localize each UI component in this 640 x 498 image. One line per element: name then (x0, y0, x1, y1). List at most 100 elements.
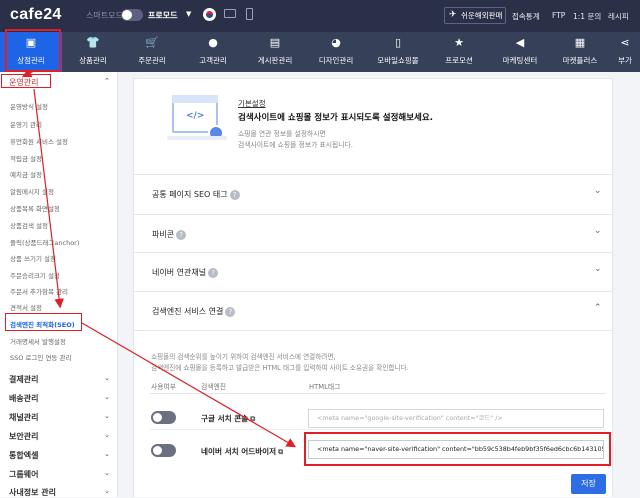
megaphone-icon: ◀ (515, 36, 525, 49)
col-header-engine: 검색엔진 (201, 383, 227, 391)
sidebar-subitem[interactable]: 견적서 설정 (10, 302, 42, 312)
chevron-down-icon[interactable]: ⌄ (594, 226, 602, 236)
sidebar-subitem[interactable]: SSO 로그인 연동 관리 (10, 352, 71, 362)
main-nav: ▣ 상점관리 👕 상품관리 🛒 주문관리 ● 고객관리 ▤ 게시판관리 ◕ 디자… (0, 32, 640, 72)
seo-connect-desc: 검색엔진에 쇼핑몰을 등록하고 발급받은 HTML 태그를 입력하여 사이트 소… (151, 364, 409, 372)
chevron-up-icon[interactable]: ⌃ (104, 77, 110, 85)
nav-customer-management[interactable]: ● 고객관리 (182, 32, 244, 72)
share-icon: ⋖ (620, 36, 630, 49)
nav-label: 디자인관리 (318, 56, 354, 65)
pro-mode-label: 프로모드 (148, 11, 178, 20)
sidebar-subitem[interactable]: 상품목록 화면설정 (10, 203, 60, 213)
sidebar-item-payment[interactable]: 결제관리 (9, 374, 38, 385)
sidebar-subitem[interactable]: 상품 쓰기기 설정 (10, 253, 56, 263)
sidebar-subitem[interactable]: 거래명세서 발행설정 (10, 336, 66, 346)
nav-market-plus[interactable]: ▦ 마켓플러스 (549, 32, 611, 72)
nav-label: 부가 (618, 56, 632, 65)
accordion-label: 파비콘 (152, 230, 175, 239)
sidebar-subitem[interactable]: 주문승리크기 설정 (10, 270, 60, 280)
accordion-label: 검색엔진 서비스 연결 (152, 307, 224, 316)
external-link-icon[interactable]: ⧉ (250, 415, 255, 423)
sidebar-item-shipping[interactable]: 배송관리 (9, 393, 38, 404)
google-engine-label[interactable]: 구글 서치 콘솔 ⧉ (201, 413, 255, 424)
basic-settings-title: 검색사이트에 쇼핑몰 정보가 표시되도록 설정해보세요. (238, 113, 433, 123)
chevron-down-icon[interactable]: ⌄ (104, 450, 110, 458)
sidebar-subitem[interactable]: 플릭(상품드래그anchor) (10, 237, 79, 247)
palette-icon: ◕ (331, 36, 341, 49)
nav-label: 마케팅센터 (502, 56, 538, 65)
nav-marketing-center[interactable]: ◀ 마케팅센터 (489, 32, 551, 72)
naver-engine-label[interactable]: 네이버 서치 어드바이저 ⧉ (201, 446, 283, 457)
sidebar-subitem[interactable]: 상품검색 설정 (10, 220, 48, 230)
chevron-up-icon[interactable]: ⌃ (594, 303, 602, 313)
nav-label: 마켓플러스 (562, 56, 598, 65)
inquiry-link[interactable]: 1:1 문의 (573, 11, 601, 22)
access-stats-link[interactable]: 접속통계 (512, 11, 540, 22)
sidebar-item-internal-info[interactable]: 사내정보 관리 (9, 487, 56, 498)
highlight-box-naver-input (304, 432, 611, 466)
sidebar-item-security[interactable]: 보안관리 (9, 431, 38, 442)
ftp-link[interactable]: FTP (552, 11, 565, 20)
chevron-down-icon[interactable]: ⌄ (104, 374, 110, 382)
chevron-down-icon[interactable]: ▼ (186, 10, 191, 18)
chevron-down-icon[interactable]: ⌄ (594, 264, 602, 274)
sidebar-subitem[interactable]: 운영기 관리 (10, 119, 42, 129)
monitor-icon[interactable] (224, 9, 236, 18)
nav-order-management[interactable]: 🛒 주문관리 (121, 32, 183, 72)
sidebar-subitem[interactable]: 운영방식 설정 (10, 101, 48, 111)
naver-toggle[interactable] (151, 444, 176, 457)
accordion-search-engine-connect[interactable]: 검색엔진 서비스 연결? ⌃ (134, 291, 612, 331)
help-icon[interactable]: ? (229, 190, 240, 200)
sidebar-subitem[interactable]: 주문서 추가항목 관리 (10, 286, 68, 296)
sidebar-subitem[interactable]: 휴먼회원 서비스 설정 (10, 136, 68, 146)
chevron-down-icon[interactable]: ⌄ (104, 412, 110, 420)
overseas-sales-button[interactable]: ✈ 쉬운해외판매 (444, 7, 506, 24)
row-divider (150, 429, 606, 430)
cart-icon: 🛒 (145, 36, 159, 49)
nav-promotion[interactable]: ★ 프로모션 (428, 32, 490, 72)
help-icon[interactable]: ? (225, 307, 236, 317)
nav-label: 프로모션 (445, 56, 473, 65)
engine-name: 구글 서치 콘솔 (201, 414, 249, 423)
mobile-icon[interactable] (246, 8, 253, 20)
airplane-icon: ✈ (449, 10, 457, 20)
sidebar-subitem[interactable]: 알림메시지 설정 (10, 186, 54, 196)
accordion-label: 공통 페이지 SEO 태그 (152, 190, 228, 199)
basic-settings-desc: 검색사이트에 쇼핑몰 정보가 표시됩니다. (238, 141, 353, 149)
highlight-box-nav (5, 29, 61, 72)
chevron-down-icon[interactable]: ⌄ (104, 487, 110, 495)
help-icon[interactable]: ? (208, 268, 219, 278)
accordion-seo-tags[interactable]: 공통 페이지 SEO 태그? ⌄ (134, 174, 612, 214)
chevron-down-icon[interactable]: ⌄ (104, 431, 110, 439)
board-icon: ▤ (269, 36, 281, 49)
star-icon: ★ (454, 36, 464, 49)
save-button[interactable]: 저장 (571, 474, 606, 494)
sidebar-item-groupware[interactable]: 그룹웨어 (9, 469, 38, 480)
code-icon: </> (186, 111, 205, 121)
sidebar-subitem[interactable]: 적립금 설정 (10, 153, 42, 163)
google-toggle[interactable] (151, 411, 176, 424)
help-icon[interactable]: ? (176, 230, 187, 240)
sidebar-item-excel[interactable]: 통합엑셀 (9, 450, 38, 461)
mode-toggle[interactable] (121, 9, 143, 21)
sidebar-subitem[interactable]: 예치금 설정 (10, 169, 42, 179)
nav-additional[interactable]: ⋖ 부가 (610, 32, 640, 72)
korea-flag-icon[interactable] (203, 8, 216, 21)
nav-mobile-shop[interactable]: ▯ 모바일쇼핑몰 (367, 32, 429, 72)
nav-board-management[interactable]: ▤ 게시판관리 (244, 32, 306, 72)
accordion-naver-channel[interactable]: 네이버 연관채널? ⌄ (134, 252, 612, 292)
chevron-down-icon[interactable]: ⌄ (594, 186, 602, 196)
code-browser-illustration: </> (172, 95, 224, 141)
external-link-icon[interactable]: ⧉ (278, 448, 283, 456)
col-header-use: 사용여부 (151, 383, 177, 391)
cafe24-logo[interactable]: cafe24 (10, 6, 62, 24)
nav-product-management[interactable]: 👕 상품관리 (62, 32, 124, 72)
chevron-down-icon[interactable]: ⌄ (104, 469, 110, 477)
accordion-favicon[interactable]: 파비콘? ⌄ (134, 214, 612, 254)
market-icon: ▦ (574, 36, 586, 49)
chevron-down-icon[interactable]: ⌄ (104, 393, 110, 401)
google-html-input[interactable]: <meta name="google-site-verification" co… (308, 409, 604, 428)
sidebar-item-channel[interactable]: 채널관리 (9, 412, 38, 423)
nav-design-management[interactable]: ◕ 디자인관리 (305, 32, 367, 72)
recipe-link[interactable]: 레시피 (608, 11, 629, 22)
